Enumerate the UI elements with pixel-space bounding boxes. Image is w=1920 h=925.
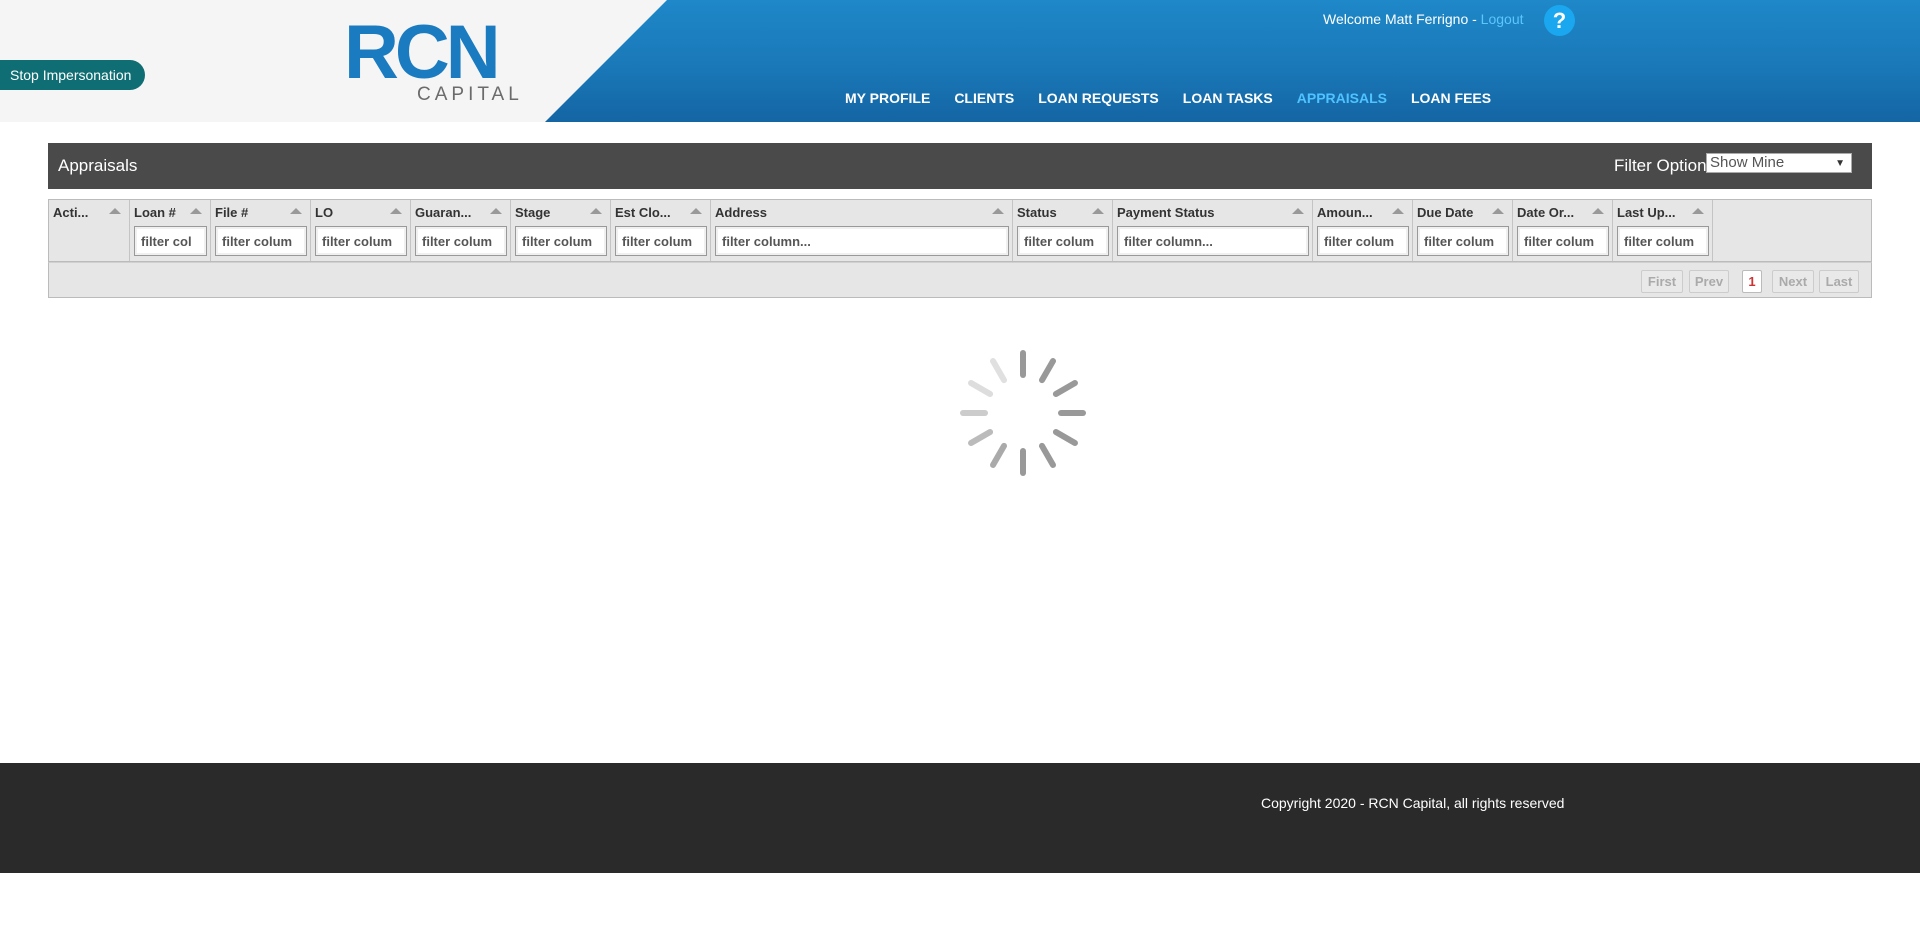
column-filter-input[interactable] (415, 226, 507, 256)
stop-impersonation-button[interactable]: Stop Impersonation (0, 60, 146, 90)
chevron-down-icon: ▼ (1835, 158, 1845, 169)
sort-up-caret-icon[interactable] (992, 208, 1004, 214)
column-header[interactable]: Status (1017, 205, 1057, 220)
spinner-spoke (968, 380, 994, 397)
column-est-clo: Est Clo... (611, 200, 711, 261)
column-filter-input[interactable] (315, 226, 407, 256)
column-filter-input[interactable] (1417, 226, 1509, 256)
column-payment-status: Payment Status (1113, 200, 1313, 261)
column-stage: Stage (511, 200, 611, 261)
pager-current-page[interactable]: 1 (1742, 270, 1762, 293)
loading-spinner-icon (960, 350, 1086, 476)
sort-up-caret-icon[interactable] (690, 208, 702, 214)
column-filter-input[interactable] (1017, 226, 1109, 256)
pager-prev-button[interactable]: Prev (1689, 270, 1729, 293)
column-header[interactable]: LO (315, 205, 333, 220)
filter-option-value: Show Mine (1710, 154, 1785, 171)
spinner-spoke (1052, 380, 1078, 397)
sort-up-caret-icon[interactable] (1392, 208, 1404, 214)
nav-item-loan-tasks[interactable]: LOAN TASKS (1183, 90, 1273, 106)
appraisals-grid-header: Acti... Loan # File # LO Guaran... Stage Est C… (48, 199, 1872, 262)
sort-up-caret-icon[interactable] (590, 208, 602, 214)
column-status: Status (1013, 200, 1113, 261)
nav-item-loan-requests[interactable]: LOAN REQUESTS (1038, 90, 1159, 106)
column-filter-input[interactable] (515, 226, 607, 256)
column-filter-input[interactable] (715, 226, 1009, 256)
sort-up-caret-icon[interactable] (1092, 208, 1104, 214)
pager-last-button[interactable]: Last (1819, 270, 1859, 293)
column-header[interactable]: Guaran... (415, 205, 471, 220)
sort-up-caret-icon[interactable] (1492, 208, 1504, 214)
column-header[interactable]: File # (215, 205, 248, 220)
logout-link[interactable]: Logout (1481, 11, 1524, 27)
spinner-spoke (1052, 429, 1078, 446)
column-header[interactable]: Due Date (1417, 205, 1473, 220)
column-filter-input[interactable] (1517, 226, 1609, 256)
pager-first-button[interactable]: First (1641, 270, 1683, 293)
spinner-spoke (990, 442, 1007, 468)
grid-pager: First Prev 1 Next Last (48, 262, 1872, 298)
column-header[interactable]: Loan # (134, 205, 176, 220)
column-guaran: Guaran... (411, 200, 511, 261)
nav-item-clients[interactable]: CLIENTS (954, 90, 1014, 106)
column-due-date: Due Date (1413, 200, 1513, 261)
sort-up-caret-icon[interactable] (1692, 208, 1704, 214)
sort-up-caret-icon[interactable] (490, 208, 502, 214)
welcome-message: Welcome Matt Ferrigno - Logout (1323, 11, 1524, 27)
column-filter-input[interactable] (215, 226, 307, 256)
column-filter-input[interactable] (1317, 226, 1409, 256)
column-header[interactable]: Amoun... (1317, 205, 1373, 220)
column-header[interactable]: Acti... (53, 205, 88, 220)
column-address: Address (711, 200, 1013, 261)
sort-up-caret-icon[interactable] (290, 208, 302, 214)
column-loan: Loan # (130, 200, 211, 261)
column-header[interactable]: Est Clo... (615, 205, 671, 220)
rcn-capital-logo[interactable]: RCN CAPITAL (344, 10, 524, 105)
column-header[interactable]: Address (715, 205, 767, 220)
column-filter-input[interactable] (134, 226, 207, 256)
welcome-text: Welcome Matt Ferrigno - (1323, 11, 1481, 27)
nav-item-loan-fees[interactable]: LOAN FEES (1411, 90, 1491, 106)
copyright-text: Copyright 2020 - RCN Capital, all rights… (1261, 795, 1565, 811)
column-acti: Acti... (49, 200, 130, 261)
sort-up-caret-icon[interactable] (109, 208, 121, 214)
sort-up-caret-icon[interactable] (190, 208, 202, 214)
spinner-spoke (968, 429, 994, 446)
spinner-spoke (1039, 442, 1056, 468)
column-header[interactable]: Payment Status (1117, 205, 1215, 220)
filter-option-select[interactable]: Show Mine ▼ (1706, 153, 1852, 173)
nav-item-my-profile[interactable]: MY PROFILE (845, 90, 930, 106)
spinner-spoke (1039, 358, 1056, 384)
sort-up-caret-icon[interactable] (390, 208, 402, 214)
column-filter-input[interactable] (1117, 226, 1309, 256)
site-header: Stop Impersonation RCN CAPITAL Welcome M… (0, 0, 1920, 122)
question-circle-icon[interactable]: ? (1544, 5, 1575, 36)
column-file: File # (211, 200, 311, 261)
column-header[interactable]: Last Up... (1617, 205, 1676, 220)
column-header[interactable]: Stage (515, 205, 550, 220)
site-footer: Copyright 2020 - RCN Capital, all rights… (0, 763, 1920, 873)
column-filter-input[interactable] (1617, 226, 1709, 256)
pager-next-button[interactable]: Next (1772, 270, 1814, 293)
panel-title: Appraisals (58, 156, 138, 175)
appraisals-panel-header: Appraisals Filter Option: Show Mine ▼ (48, 143, 1872, 189)
sort-up-caret-icon[interactable] (1592, 208, 1604, 214)
column-amoun: Amoun... (1313, 200, 1413, 261)
spinner-spoke (990, 358, 1007, 384)
column-date-or: Date Or... (1513, 200, 1613, 261)
main-nav: MY PROFILE CLIENTS LOAN REQUESTS LOAN TASKS… (845, 90, 1515, 106)
logo-sub-text: CAPITAL (417, 84, 523, 104)
sort-up-caret-icon[interactable] (1292, 208, 1304, 214)
column-filter-input[interactable] (615, 226, 707, 256)
column-lo: LO (311, 200, 411, 261)
column-header[interactable]: Date Or... (1517, 205, 1574, 220)
nav-item-appraisals[interactable]: APPRAISALS (1297, 90, 1387, 106)
column-last-up: Last Up... (1613, 200, 1713, 261)
filter-option-label: Filter Option: (1614, 156, 1712, 175)
